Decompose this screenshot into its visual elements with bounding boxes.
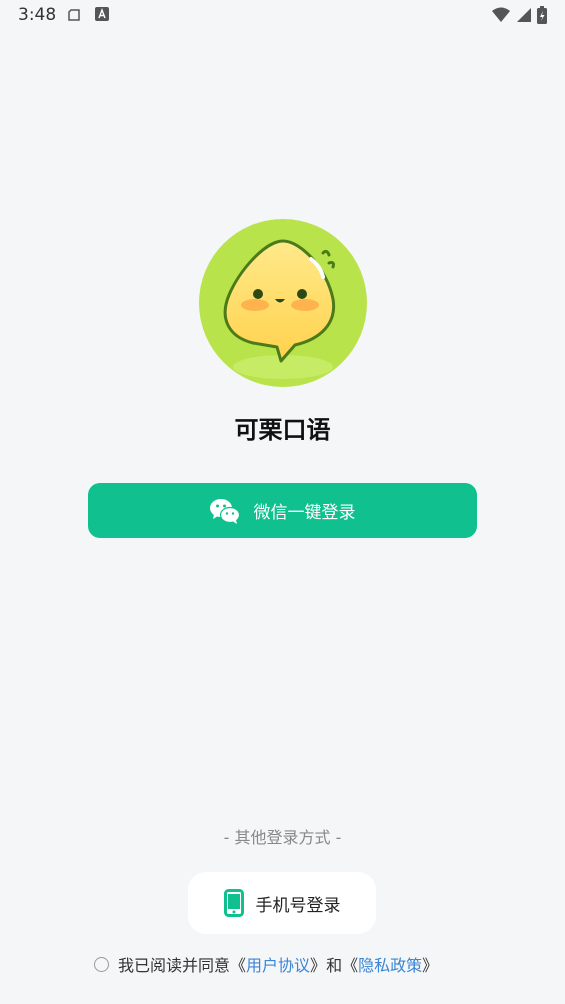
app-logo <box>199 219 367 387</box>
agreement-row: 我已阅读并同意 《 用户协议 》 和 《 隐私政策 》 <box>94 952 438 976</box>
battery-icon <box>537 6 547 24</box>
wechat-login-label: 微信一键登录 <box>253 503 356 523</box>
wechat-login-button[interactable]: 微信一键登录 <box>88 483 477 538</box>
phone-icon <box>223 889 244 917</box>
agreement-prefix: 我已阅读并同意 <box>118 956 231 975</box>
cell-signal-icon <box>517 8 531 22</box>
privacy-policy-link[interactable]: 隐私政策 <box>358 952 422 976</box>
bracket-open-1: 《 <box>230 956 247 975</box>
app-name: 可栗口语 <box>234 416 331 444</box>
bracket-open-2: 《 <box>342 956 359 975</box>
bracket-close-1: 》 <box>310 956 327 975</box>
agreement-and: 和 <box>326 956 343 975</box>
user-agreement-link[interactable]: 用户协议 <box>246 952 310 976</box>
wechat-icon <box>209 498 240 524</box>
wifi-icon <box>492 7 510 22</box>
status-bar: 3:48 <box>0 0 565 30</box>
storage-icon <box>68 9 80 21</box>
agreement-checkbox[interactable] <box>94 956 109 972</box>
other-login-methods-label: - 其他登录方式 - <box>223 828 342 847</box>
status-time: 3:48 <box>18 5 57 25</box>
keyboard-a-icon <box>95 7 109 21</box>
bracket-close-2: 》 <box>422 956 439 975</box>
phone-login-label: 手机号登录 <box>255 895 341 916</box>
phone-login-button[interactable]: 手机号登录 <box>188 872 376 934</box>
